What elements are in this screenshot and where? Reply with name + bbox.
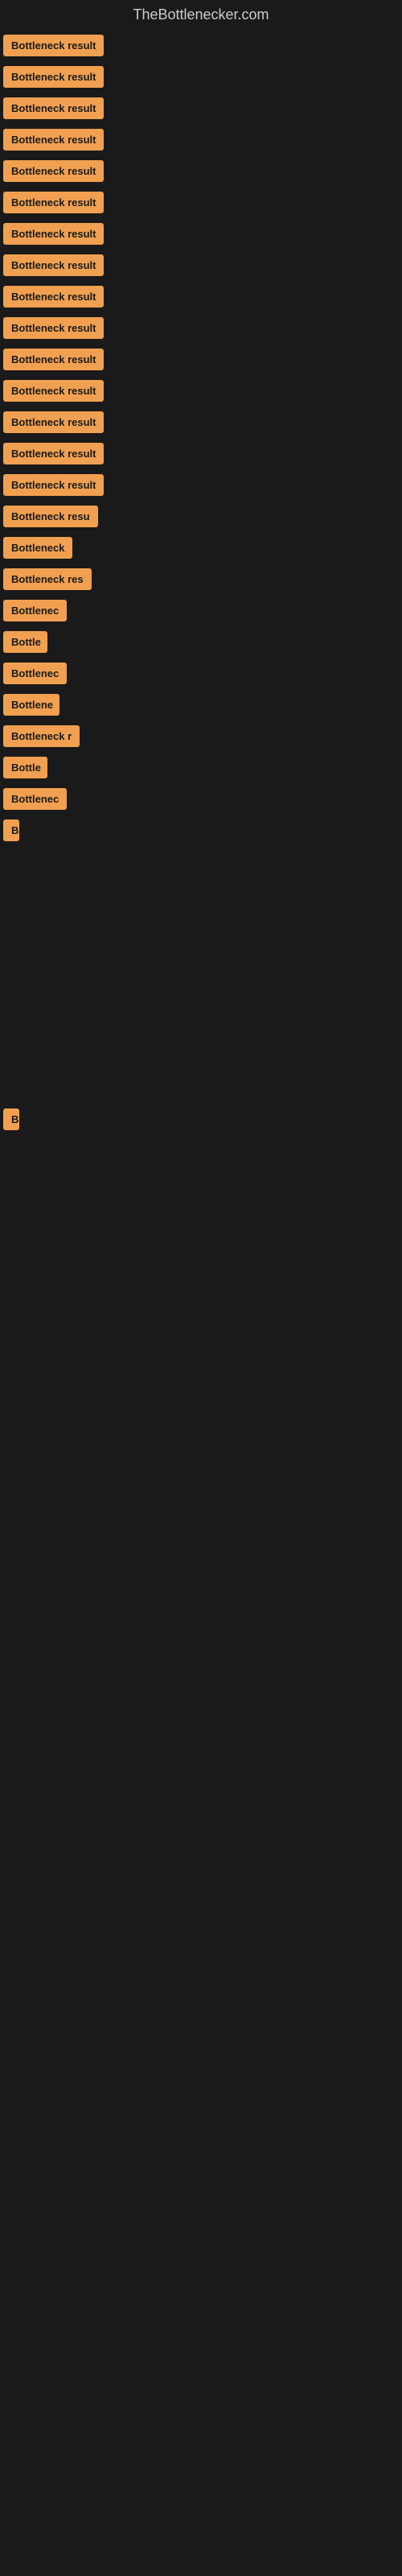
site-title: TheBottlenecker.com: [0, 0, 402, 30]
bottleneck-item: Bottleneck resu: [0, 501, 402, 532]
bottleneck-item: Bottleneck: [0, 532, 402, 564]
bottleneck-badge[interactable]: Bottleneck result: [3, 129, 104, 151]
bottleneck-item: [0, 1216, 402, 1296]
bottleneck-badge[interactable]: Bottleneck result: [3, 349, 104, 370]
bottleneck-item: B: [0, 1104, 402, 1135]
bottleneck-item: B: [0, 815, 402, 846]
bottleneck-item: Bottleneck result: [0, 124, 402, 155]
bottleneck-badge[interactable]: Bottleneck result: [3, 317, 104, 339]
bottleneck-item: Bottleneck result: [0, 30, 402, 61]
bottleneck-badge[interactable]: Bottleneck res: [3, 568, 92, 590]
bottleneck-item: Bottleneck result: [0, 469, 402, 501]
bottleneck-badge[interactable]: Bottleneck result: [3, 192, 104, 213]
bottleneck-item: Bottleneck result: [0, 61, 402, 93]
bottleneck-badge[interactable]: B: [3, 819, 19, 841]
bottleneck-item: Bottleneck result: [0, 155, 402, 187]
bottleneck-badge[interactable]: Bottleneck result: [3, 286, 104, 308]
items-list: Bottleneck result Bottleneck result Bottle…: [0, 30, 402, 1538]
bottleneck-item: [0, 1457, 402, 1538]
bottleneck-item: Bottleneck r: [0, 720, 402, 752]
bottleneck-badge[interactable]: Bottlenec: [3, 663, 67, 684]
bottleneck-badge[interactable]: B: [3, 1108, 19, 1130]
bottleneck-item: Bottleneck result: [0, 187, 402, 218]
bottleneck-item: Bottleneck result: [0, 407, 402, 438]
bottleneck-item: Bottleneck res: [0, 564, 402, 595]
bottleneck-item: Bottlenec: [0, 595, 402, 626]
bottleneck-item: Bottlenec: [0, 783, 402, 815]
bottleneck-badge[interactable]: Bottleneck result: [3, 411, 104, 433]
bottleneck-badge[interactable]: Bottleneck result: [3, 66, 104, 88]
bottleneck-item: Bottlenec: [0, 658, 402, 689]
bottleneck-badge[interactable]: Bottleneck result: [3, 254, 104, 276]
page-wrapper: TheBottlenecker.com Bottleneck resultBot…: [0, 0, 402, 1538]
bottleneck-item: [0, 1296, 402, 1377]
bottleneck-badge[interactable]: Bottleneck resu: [3, 506, 98, 527]
bottleneck-item: Bottleneck result: [0, 312, 402, 344]
bottleneck-item: [0, 975, 402, 1039]
bottleneck-item: Bottleneck result: [0, 250, 402, 281]
bottleneck-item: Bottle: [0, 752, 402, 783]
bottleneck-item: Bottle: [0, 626, 402, 658]
bottleneck-item: Bottleneck result: [0, 281, 402, 312]
bottleneck-badge[interactable]: Bottleneck result: [3, 443, 104, 464]
bottleneck-item: [0, 1135, 402, 1216]
bottleneck-badge[interactable]: Bottleneck result: [3, 380, 104, 402]
bottleneck-badge[interactable]: Bottleneck result: [3, 97, 104, 119]
bottleneck-item: Bottleneck result: [0, 218, 402, 250]
bottleneck-badge[interactable]: Bottleneck result: [3, 35, 104, 56]
bottleneck-badge[interactable]: Bottlenec: [3, 788, 67, 810]
bottleneck-badge[interactable]: Bottle: [3, 757, 47, 778]
bottleneck-item: [0, 1377, 402, 1457]
bottleneck-item: [0, 910, 402, 975]
bottleneck-badge[interactable]: Bottleneck result: [3, 223, 104, 245]
bottleneck-item: [0, 846, 402, 910]
bottleneck-item: [0, 1039, 402, 1104]
bottleneck-item: Bottleneck result: [0, 344, 402, 375]
bottleneck-item: Bottleneck result: [0, 375, 402, 407]
bottleneck-badge[interactable]: Bottleneck result: [3, 160, 104, 182]
bottleneck-badge[interactable]: Bottleneck r: [3, 725, 80, 747]
bottleneck-badge[interactable]: Bottleneck result: [3, 474, 104, 496]
bottleneck-item: Bottleneck result: [0, 438, 402, 469]
bottleneck-badge[interactable]: Bottle: [3, 631, 47, 653]
bottleneck-item: Bottleneck result: [0, 93, 402, 124]
bottleneck-badge[interactable]: Bottlene: [3, 694, 59, 716]
bottleneck-item: Bottlene: [0, 689, 402, 720]
bottleneck-badge[interactable]: Bottleneck: [3, 537, 72, 559]
bottleneck-badge[interactable]: Bottlenec: [3, 600, 67, 621]
